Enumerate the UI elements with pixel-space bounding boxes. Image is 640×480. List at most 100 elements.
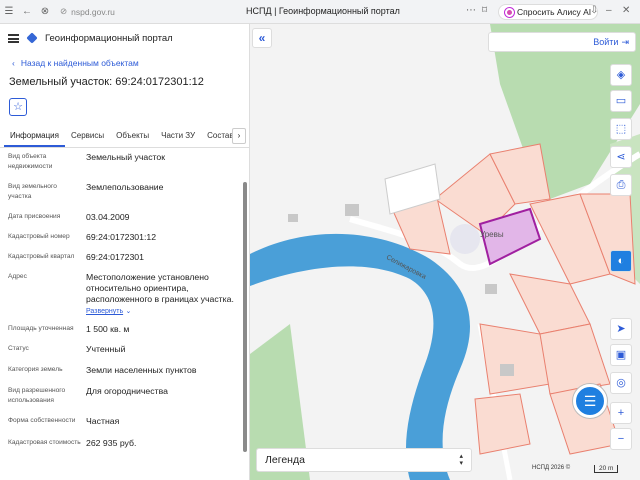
screen-button[interactable]: ▣	[610, 344, 632, 366]
collapse-panel-button[interactable]: «	[252, 28, 272, 48]
screen-icon: ▣	[615, 349, 627, 361]
chat-icon: ☰	[583, 393, 597, 409]
back-to-results-link[interactable]: ‹ Назад к найденным объектам	[12, 58, 249, 68]
portal-name: Геоинформационный портал	[45, 32, 173, 44]
tabs-next-button[interactable]: ›	[232, 128, 246, 144]
detail-key: Форма собственности	[8, 417, 76, 424]
tab-parts[interactable]: Части ЗУ	[155, 124, 201, 147]
back-arrow-icon[interactable]: ←	[18, 6, 36, 17]
print-button[interactable]: ⎙	[610, 174, 632, 196]
alice-icon	[505, 7, 514, 17]
url-text: nspd.gov.ru	[71, 6, 115, 17]
chevrons-left-icon: «	[258, 31, 266, 45]
print-icon: ⎙	[616, 179, 626, 191]
detail-key: Вид разрешенного использования	[8, 387, 66, 404]
star-icon: ☆	[13, 101, 23, 113]
navigation-icon: ➤	[616, 323, 626, 335]
detail-key: Категория земель	[8, 366, 63, 373]
window-minimize-icon[interactable]: –	[606, 5, 612, 16]
detail-value[interactable]: 69:24:0172301	[86, 252, 246, 263]
scale-bar: 20 m	[594, 465, 619, 473]
building	[500, 364, 514, 376]
detail-value: 1 500 кв. м	[86, 324, 130, 334]
detail-key: Кадастровый номер	[8, 233, 70, 240]
detail-value: Для огородничества	[86, 386, 168, 396]
detail-key: Вид объекта недвижимости	[8, 153, 53, 170]
page-tab-title: НСПД | Геоинформационный портал	[246, 6, 400, 16]
home-icon[interactable]: ⊗	[36, 6, 54, 17]
address-text: Местоположение установлено относительно …	[86, 272, 234, 304]
detail-value: Частная	[86, 416, 120, 426]
tab-objects[interactable]: Объекты	[110, 124, 155, 147]
panel-header: Геоинформационный портал	[0, 24, 249, 52]
detail-value: Земли населенных пунктов	[86, 365, 197, 375]
lock-icon: ⊘	[60, 6, 68, 16]
login-button[interactable]: Войти ⇥	[488, 32, 636, 52]
detail-key: Кадастровая стоимость	[8, 439, 81, 446]
select-icon: ⬚	[615, 123, 627, 135]
share-icon: ⋖	[616, 151, 626, 163]
yandex-browser-icon[interactable]: ☰	[0, 6, 18, 17]
login-icon: ⇥	[621, 36, 629, 47]
layers-icon: ◈	[616, 69, 626, 81]
expand-address-link[interactable]: Развернуть	[86, 308, 123, 315]
info-tabs: Информация Сервисы Объекты Части ЗУ Сост…	[0, 124, 249, 148]
back-label: Назад к найденным объектам	[20, 58, 139, 68]
address-value: Местоположение установлено относительно …	[86, 272, 246, 317]
chevron-right-icon: ›	[237, 131, 241, 140]
gosuslugi-button[interactable]: ◐	[610, 250, 632, 272]
locate-button[interactable]: ➤	[610, 318, 632, 340]
address-bar[interactable]: ⊘ nspd.gov.ru	[60, 6, 115, 17]
plus-icon: +	[617, 407, 625, 419]
building	[345, 204, 359, 216]
copyright: НСПД 2026 ©	[532, 465, 571, 471]
detail-value: Учтенный	[86, 344, 126, 354]
browser-toolbar: ☰ ← ⊗ ⊘ nspd.gov.ru НСПД | Геоинформацио…	[0, 0, 640, 24]
detail-value: 262 935 руб.	[86, 438, 137, 448]
roundabout	[450, 224, 480, 254]
legend-select[interactable]: Легенда ▴ ▾	[256, 448, 472, 472]
download-icon[interactable]: ⇩	[590, 5, 598, 16]
detail-key: Адрес	[8, 273, 27, 280]
location-icon: ◎	[616, 377, 626, 389]
building	[485, 284, 497, 294]
bookmark-icon[interactable]: ⌑	[482, 5, 487, 16]
favorite-button[interactable]: ☆	[9, 98, 27, 116]
gosuslugi-icon: ◐	[617, 255, 625, 267]
panel-scrollbar[interactable]	[243, 182, 247, 452]
zoom-in-button[interactable]: +	[610, 402, 632, 424]
chevron-left-icon: ‹	[12, 58, 15, 68]
basemap-button[interactable]: ▭	[610, 90, 632, 112]
building	[288, 214, 298, 222]
place-label: Уревы	[480, 230, 504, 239]
menu-icon[interactable]	[8, 33, 19, 43]
alice-label: Спросить Алису AI	[517, 7, 592, 17]
map-view[interactable]: Уревы Селижаровка « Войти ⇥ ◈ ▭ ⬚ ⋖ ⎙ ◐ …	[250, 24, 640, 480]
detail-value: Землепользование	[86, 182, 164, 192]
detail-value: Земельный участок	[86, 152, 166, 162]
window-close-icon[interactable]: ✕	[622, 5, 630, 16]
detail-value[interactable]: 69:24:0172301:12	[86, 232, 246, 243]
detail-key: Статус	[8, 345, 29, 352]
chat-assistant-button[interactable]: ☰	[573, 384, 607, 418]
basemap-icon: ▭	[615, 95, 627, 107]
legend-label: Легенда	[265, 454, 305, 466]
object-info-panel: Геоинформационный портал ‹ Назад к найде…	[0, 24, 250, 480]
select-area-button[interactable]: ⬚	[610, 118, 632, 140]
sort-arrows-icon: ▴ ▾	[459, 453, 463, 467]
share-button[interactable]: ⋖	[610, 146, 632, 168]
tab-information[interactable]: Информация	[4, 124, 65, 147]
more-icon[interactable]: ⋯	[466, 5, 476, 16]
detail-key: Дата присвоения	[8, 213, 61, 220]
login-label: Войти	[593, 37, 619, 47]
layers-button[interactable]: ◈	[610, 64, 632, 86]
geolocation-button[interactable]: ◎	[610, 372, 632, 394]
chevron-down-icon: ⌄	[125, 308, 132, 315]
tab-services[interactable]: Сервисы	[65, 124, 110, 147]
detail-key: Площадь уточненная	[8, 325, 74, 332]
page-title: Земельный участок: 69:24:0172301:12	[9, 76, 204, 88]
zoom-out-button[interactable]: −	[610, 428, 632, 450]
portal-logo-icon	[26, 32, 38, 44]
alice-button[interactable]: Спросить Алису AI	[498, 4, 599, 20]
minus-icon: −	[617, 433, 625, 445]
